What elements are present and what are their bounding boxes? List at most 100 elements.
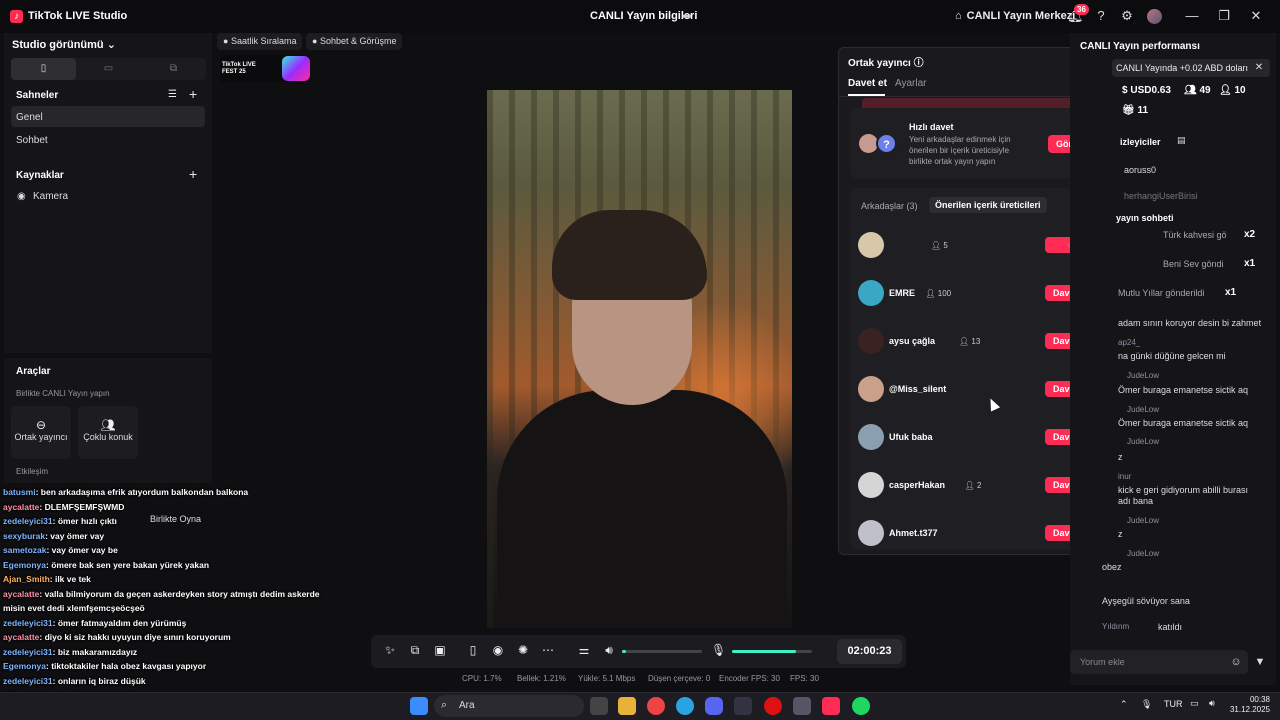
tiktok-logo-icon: ♪ xyxy=(10,10,23,23)
tool-cohost[interactable]: ⊖ Ortak yayıncı xyxy=(11,406,71,459)
creator-follower-count: 👤︎ 5 xyxy=(931,241,948,250)
users-icon: 👥︎ xyxy=(100,418,116,432)
add-scene-button[interactable]: + xyxy=(189,86,197,102)
app-icon[interactable] xyxy=(793,697,811,715)
live-center-label: CANLI Yayın Merkezi xyxy=(966,10,1076,22)
overlay-chat-user: zedeleyici31 xyxy=(3,516,53,526)
discord-icon[interactable] xyxy=(705,697,723,715)
comment-input[interactable]: Yorum ekle xyxy=(1070,650,1248,674)
tab-friends[interactable]: Arkadaşlar (3) xyxy=(861,201,918,211)
overlay-chat-user: batusmi xyxy=(3,487,36,497)
taskbar-search[interactable]: Ara xyxy=(434,695,584,717)
edge-icon[interactable] xyxy=(676,697,694,715)
chat-message: z xyxy=(1118,529,1123,539)
tray-chevron-icon[interactable]: ⌃ xyxy=(1120,699,1128,710)
tab-suggested[interactable]: Önerilen içerik üreticileri xyxy=(929,197,1047,213)
list-icon[interactable]: ☰ xyxy=(168,89,177,100)
phone-icon[interactable]: ▯ xyxy=(466,643,480,657)
effects-icon[interactable]: ✺ xyxy=(516,643,530,657)
speaker-icon[interactable]: 🔊︎ xyxy=(602,643,616,658)
spotify-icon[interactable] xyxy=(852,697,870,715)
tray-mic-icon[interactable]: 🎙︎ xyxy=(1141,699,1152,710)
tools-title: Araçlar xyxy=(16,366,51,377)
overlay-chat-user: zedeleyici31 xyxy=(3,646,53,657)
overlay-chat-text: : biz makaramızdayız xyxy=(52,646,138,657)
overlay-chat-text: : ömer hızlı çıktı xyxy=(52,516,117,526)
creator-avatar xyxy=(858,280,884,306)
minimize-icon[interactable]: — xyxy=(1185,9,1199,23)
emoji-icon[interactable]: ☺ xyxy=(1229,655,1243,669)
viewer-2[interactable]: herhangiUserBirisi xyxy=(1124,191,1198,201)
app-title: TikTok LIVE Studio xyxy=(28,10,128,22)
tiktok-studio-icon[interactable] xyxy=(822,697,840,715)
mic-icon[interactable]: 🎙︎ xyxy=(711,643,726,657)
windows-start-icon[interactable] xyxy=(410,697,428,715)
avatar[interactable] xyxy=(1147,9,1162,24)
notice-close-icon[interactable]: ✕ xyxy=(1252,61,1266,75)
scene-item-genel[interactable]: Genel xyxy=(16,112,43,123)
hourly-ranking-chip[interactable]: ● Saatlik Sıralama xyxy=(217,33,303,50)
notification-badge: 36 xyxy=(1074,4,1089,15)
scenes-title: Sahneler xyxy=(16,90,59,101)
language-indicator[interactable]: TUR xyxy=(1164,699,1183,709)
gift-line-3: Mutlu Yıllar gönderildi xyxy=(1118,288,1205,298)
mic-slider[interactable] xyxy=(732,650,812,653)
usd-stat: $ USD0.63 xyxy=(1122,85,1171,96)
share-icon[interactable]: ➦ xyxy=(682,9,694,23)
camera-icon: ◉ xyxy=(17,191,26,202)
close-icon[interactable]: ✕ xyxy=(1249,9,1263,23)
overlay-chat-user: sametozak xyxy=(3,545,47,555)
add-source-button[interactable]: + xyxy=(189,166,197,182)
screen-icon[interactable]: ▣ xyxy=(433,643,447,657)
clock-date: 31.12.2025 xyxy=(1229,705,1270,714)
chat-message: Ömer buraga emanetse sictik aq xyxy=(1118,385,1249,395)
maximize-icon[interactable]: ❐ xyxy=(1217,9,1231,23)
portrait-view-button[interactable]: ▯ xyxy=(11,58,76,80)
overlay-chat-user: aycalatte xyxy=(3,588,40,599)
magic-icon[interactable]: ✨︎ xyxy=(383,643,397,658)
creator-avatar xyxy=(858,328,884,354)
taskbar xyxy=(0,692,1280,720)
opera-icon[interactable] xyxy=(764,697,782,715)
network-icon[interactable]: ▭ xyxy=(1190,698,1199,709)
chat-meet-chip[interactable]: ● Sohbet & Görüşme xyxy=(306,33,403,50)
clock[interactable]: 00:38 31.12.2025 xyxy=(1228,695,1270,715)
help-icon[interactable]: ? xyxy=(1094,9,1108,23)
tool-multi-guest[interactable]: 👥︎ Çoklu konuk xyxy=(78,406,138,459)
chat-message: JudeLow xyxy=(1127,371,1160,380)
mixer-icon[interactable]: ⚌ xyxy=(577,643,591,657)
source-item-kamera[interactable]: Kamera xyxy=(33,191,68,202)
tab-settings[interactable]: Ayarlar xyxy=(895,78,927,89)
creator-name: @Miss_silent xyxy=(889,384,947,394)
viewer-1[interactable]: aoruss0 xyxy=(1124,165,1156,175)
studio-view-dropdown[interactable]: Studio görünümü ⌄ xyxy=(12,38,116,51)
live-center-button[interactable]: ⌂ CANLI Yayın Merkezi xyxy=(955,10,1075,22)
filter-icon[interactable]: ▼ xyxy=(1253,655,1267,669)
volume-slider[interactable] xyxy=(622,650,702,653)
tool-play-together[interactable]: Birlikte Oyna xyxy=(150,514,201,524)
task-view-icon[interactable] xyxy=(590,697,608,715)
volume-tray-icon[interactable]: 🔊︎ xyxy=(1209,698,1215,709)
info-icon[interactable]: ⓘ xyxy=(914,58,924,69)
stat-encoder-fps: Encoder FPS: 30 xyxy=(719,674,780,683)
gift-count-3: x1 xyxy=(1225,287,1237,298)
chrome-icon[interactable] xyxy=(647,697,665,715)
overlay-chat-text: : ilk ve tek xyxy=(49,574,91,584)
chat-message: obez xyxy=(1102,562,1122,572)
explorer-icon[interactable] xyxy=(618,697,636,715)
overlay-chat-line: zedeleyici31: ömer hızlı çıktı xyxy=(3,516,117,526)
steam-icon[interactable] xyxy=(734,697,752,715)
gear-icon[interactable]: ⚙ xyxy=(1120,9,1134,23)
user-icon: 👤︎ xyxy=(931,241,944,250)
overlay-chat-text: : diyo ki siz hakkı uyuyun diye sınırı k… xyxy=(39,632,231,642)
tab-invite[interactable]: Davet et xyxy=(848,78,887,89)
camera-preview xyxy=(487,90,792,628)
overlay-chat-line: zedeleyici31: ömer fatmayaldım den yürüm… xyxy=(3,618,186,628)
dual-view-button[interactable]: ⧉ xyxy=(141,58,206,80)
layout-icon[interactable]: ⧉ xyxy=(408,643,422,658)
scene-item-sohbet[interactable]: Sohbet xyxy=(16,135,48,146)
record-icon[interactable]: ◉ xyxy=(491,643,505,657)
landscape-view-button[interactable]: ▭ xyxy=(76,58,141,80)
more-icon[interactable]: ⋯ xyxy=(541,643,555,657)
list-icon[interactable]: ▤ xyxy=(1177,135,1186,146)
